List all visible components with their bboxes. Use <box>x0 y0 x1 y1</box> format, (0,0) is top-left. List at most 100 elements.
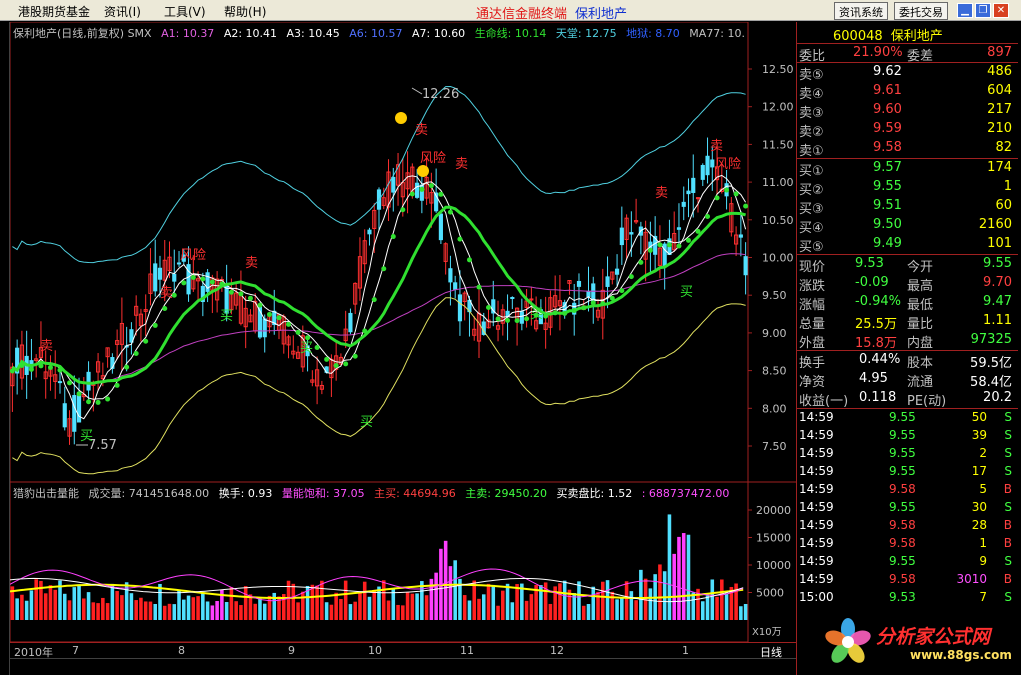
signal-dot <box>685 237 691 243</box>
signal-dot <box>400 207 406 213</box>
volume-bar <box>153 603 157 620</box>
volume-bar <box>120 595 124 620</box>
tick-side: B <box>1003 572 1012 586</box>
close-icon[interactable]: ✕ <box>993 3 1009 18</box>
volume-bar <box>720 579 724 620</box>
menu-tools[interactable]: 工具(V) <box>164 3 206 20</box>
fund-value: 4.95 <box>859 371 888 386</box>
tick-volume: 39 <box>971 428 987 442</box>
volume-bar <box>267 595 272 620</box>
tick-time: 14:59 <box>799 500 834 514</box>
sell-signal: 卖 <box>455 157 468 172</box>
bid-price: 9.55 <box>873 179 902 194</box>
buy-signal: 买 <box>220 309 233 324</box>
signal-dot <box>190 274 196 280</box>
candle-body <box>681 201 686 207</box>
fund-value: 0.118 <box>859 390 897 405</box>
tick-row: 15:00 9.53 7 S <box>797 589 1018 607</box>
signal-dot <box>409 191 415 197</box>
fund-label-2: 流通 <box>907 375 934 390</box>
signal-dot <box>209 279 215 285</box>
signal-dot <box>162 305 168 311</box>
volume-bar <box>529 594 534 620</box>
candle-body <box>529 298 534 301</box>
candle-body <box>157 267 163 280</box>
signal-dot <box>105 396 111 402</box>
vol-legend-ratio: 买卖盘比: 1.52 <box>556 487 633 500</box>
stat-row: 涨幅 -0.94% 最低 9.47 <box>797 293 1018 313</box>
sell-signal: 卖 <box>710 139 723 154</box>
volume-bar <box>658 564 662 620</box>
signal-dot <box>86 399 92 405</box>
volume-bar <box>43 593 48 620</box>
volume-bar <box>210 605 215 620</box>
menu-news[interactable]: 资讯(I) <box>104 3 141 20</box>
tick-volume: 28 <box>971 518 987 532</box>
watermark-url: www.88gs.com <box>910 648 1012 662</box>
signal-dot <box>133 351 139 357</box>
vol-legend-name: 猎豹出击量能 <box>13 487 79 500</box>
signal-dot <box>562 310 568 316</box>
volume-bar <box>686 534 691 620</box>
bid-volume: 2160 <box>978 217 1012 232</box>
candle-body <box>614 268 620 275</box>
minimize-icon[interactable]: ▁ <box>957 3 973 18</box>
tick-volume: 50 <box>971 410 987 424</box>
signal-dot <box>228 289 234 295</box>
fund-value-2: 58.4亿 <box>970 375 1012 390</box>
fund-label: 收益(一) <box>799 394 849 409</box>
volume-bar <box>391 588 396 620</box>
candle-body <box>72 395 77 432</box>
vol-legend-main-sell: 主卖: 29450.20 <box>465 487 547 500</box>
bid-row: 买④ 9.50 2160 <box>797 216 1018 236</box>
restore-icon[interactable]: ❐ <box>975 3 991 18</box>
volume-bar <box>681 533 686 620</box>
fund-row: 净资 4.95 流通 58.4亿 <box>797 370 1018 390</box>
bid-label: 买② <box>799 183 824 198</box>
volume-bar <box>396 604 400 620</box>
menu-hk-futures[interactable]: 港股期货基金 <box>18 3 90 20</box>
volume-bar <box>405 592 410 620</box>
legend-a1: A1: 10.37 <box>161 27 215 39</box>
signal-dot <box>495 316 501 322</box>
volume-bar <box>110 583 115 620</box>
tick-side: S <box>1004 500 1012 514</box>
bid-label: 买⑤ <box>799 240 824 255</box>
candle-body <box>519 311 524 324</box>
signal-dot <box>438 191 444 197</box>
candle-body <box>662 243 667 267</box>
candle-body <box>705 155 710 176</box>
volume-bar <box>320 580 324 620</box>
volume-bar <box>15 598 19 620</box>
tick-row: 14:59 9.55 2 S <box>797 445 1018 463</box>
legend-a2: A2: 10.41 <box>223 27 278 39</box>
signal-dot <box>19 363 25 369</box>
price-legend: 保利地产(日线,前复权) SMX A1: 10.37 A2: 10.41 A3:… <box>13 25 753 39</box>
volume-bar <box>291 583 296 620</box>
volume-bar <box>558 583 562 620</box>
signal-dot <box>247 295 253 301</box>
legend-a3: A3: 10.45 <box>286 27 340 39</box>
tick-time: 14:59 <box>799 410 834 424</box>
weibi-row: 委比 21.90% 委差 897 <box>797 44 1018 64</box>
volume-bar <box>381 580 386 620</box>
signal-dot <box>733 191 739 197</box>
kline-chart[interactable]: 12.50 12.00 11.50 11.00 10.50 10.00 9.50 9.00 8.… <box>9 21 796 643</box>
volume-bar <box>253 603 257 620</box>
candle-body <box>686 190 691 195</box>
signal-dot <box>695 228 701 234</box>
signal-dot <box>295 329 301 335</box>
signal-dot <box>428 183 434 189</box>
volume-bar <box>443 540 448 620</box>
price-axis-label: 7.50 <box>762 440 787 453</box>
chart-area[interactable]: 12.50 12.00 11.50 11.00 10.50 10.00 9.50 9.00 8.… <box>9 21 796 643</box>
ask-row: 卖⑤ 9.62 486 <box>797 63 1018 83</box>
menu-help[interactable]: 帮助(H) <box>224 3 266 20</box>
trade-button[interactable]: 委托交易 <box>894 2 948 20</box>
signal-dot <box>657 242 663 248</box>
signal-dot <box>124 364 130 370</box>
news-system-button[interactable]: 资讯系统 <box>834 2 888 20</box>
candle-body <box>586 290 591 297</box>
tick-time: 14:59 <box>799 554 834 568</box>
signal-dot <box>419 186 425 192</box>
